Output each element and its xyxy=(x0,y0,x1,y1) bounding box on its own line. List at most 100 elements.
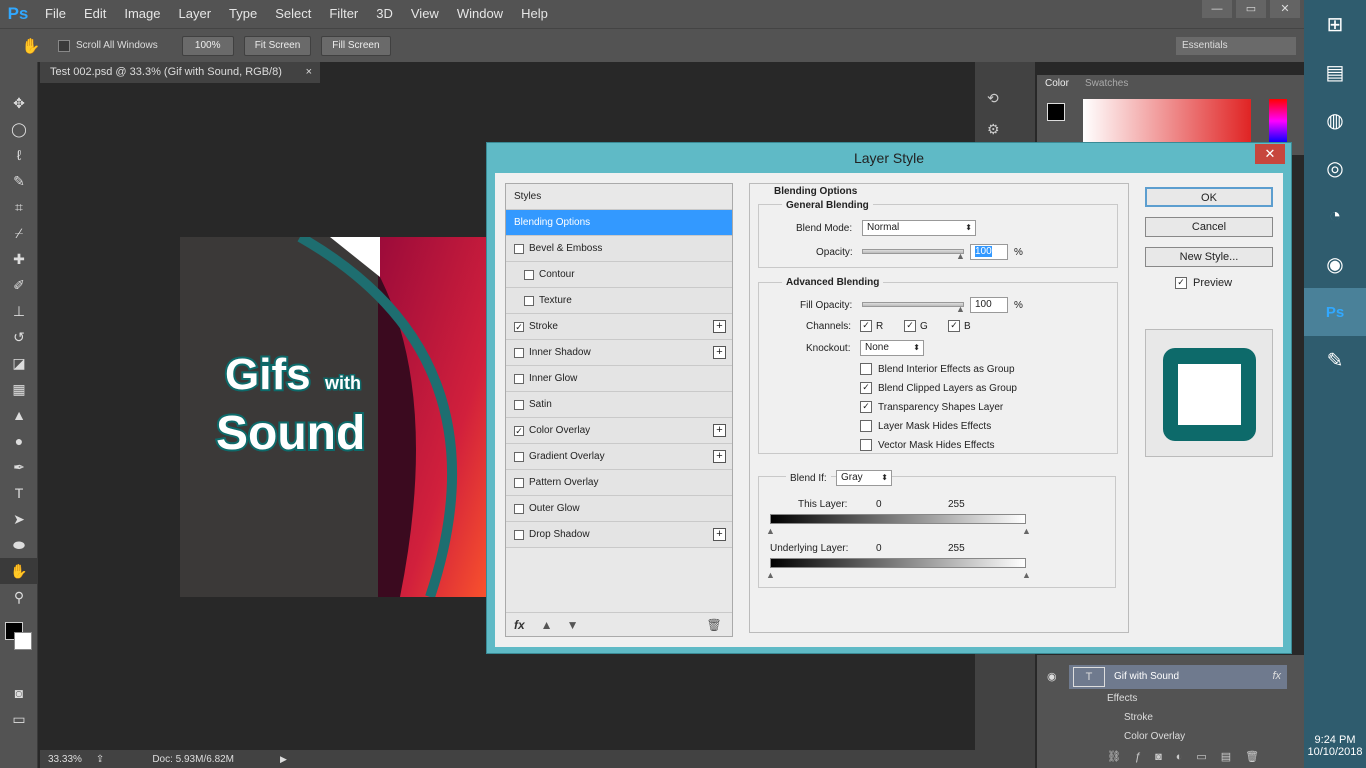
underlying-black-thumb[interactable]: ▲ xyxy=(766,570,775,580)
underlying-gradient[interactable] xyxy=(770,558,1026,568)
style-checkbox[interactable]: ✓ xyxy=(514,321,524,332)
menu-layer[interactable]: Layer xyxy=(170,0,221,28)
paint-icon[interactable]: ✎ xyxy=(1304,336,1366,384)
new-style-button[interactable]: New Style... xyxy=(1145,247,1273,267)
hue-slider[interactable] xyxy=(1269,99,1287,143)
advanced-option-checkbox[interactable] xyxy=(860,420,872,432)
style-row[interactable]: ✓ Color Overlay + xyxy=(506,418,732,444)
advanced-option-checkbox[interactable] xyxy=(860,363,872,375)
healing-tool-icon[interactable]: ✚ xyxy=(0,246,38,272)
windows-start-icon[interactable]: ⊞ xyxy=(1304,0,1366,48)
menu-edit[interactable]: Edit xyxy=(75,0,115,28)
style-row[interactable]: Drop Shadow + xyxy=(506,522,732,548)
background-color[interactable] xyxy=(14,632,32,650)
add-effect-plus-icon[interactable]: + xyxy=(713,424,726,437)
dialog-close-button[interactable]: ✕ xyxy=(1255,144,1285,164)
style-row[interactable]: Contour xyxy=(506,262,732,288)
workspace-select[interactable]: Essentials xyxy=(1176,37,1296,55)
style-checkbox[interactable] xyxy=(514,503,524,514)
blend-mode-select[interactable]: Normal ⬍ xyxy=(862,220,976,236)
style-row[interactable]: Pattern Overlay xyxy=(506,470,732,496)
style-row[interactable]: Bevel & Emboss xyxy=(506,236,732,262)
hand-icon[interactable]: ✋ xyxy=(16,37,46,55)
fill-screen-button[interactable]: Fill Screen xyxy=(321,35,391,56)
style-checkbox[interactable] xyxy=(514,347,524,358)
layers-footer-icons[interactable]: ⛓ƒ◙◐▭▤🗑 xyxy=(1037,747,1304,768)
status-zoom[interactable]: 33.33% xyxy=(48,754,82,765)
crop-tool-icon[interactable]: ⌗ xyxy=(0,194,38,220)
fill-opacity-slider[interactable] xyxy=(862,302,964,307)
add-effect-plus-icon[interactable]: + xyxy=(713,450,726,463)
opacity-slider[interactable] xyxy=(862,249,964,254)
this-layer-gradient[interactable] xyxy=(770,514,1026,524)
style-row[interactable]: Texture xyxy=(506,288,732,314)
add-effect-plus-icon[interactable]: + xyxy=(713,346,726,359)
move-up-icon[interactable]: ▲ xyxy=(541,618,553,632)
advanced-option-checkbox[interactable]: ✓ xyxy=(860,401,872,413)
checkbox-box[interactable] xyxy=(58,39,70,52)
fill-opacity-slider-thumb[interactable]: ▲ xyxy=(956,304,965,314)
this-layer-black-thumb[interactable]: ▲ xyxy=(766,526,775,536)
stamp-tool-icon[interactable]: ⊥ xyxy=(0,298,38,324)
eyedropper-tool-icon[interactable]: ⌿ xyxy=(0,220,38,246)
channel-b-checkbox[interactable]: ✓ xyxy=(948,320,960,332)
lasso-tool-icon[interactable]: ℓ xyxy=(0,142,38,168)
history-brush-icon[interactable]: ↺ xyxy=(0,324,38,350)
channel-r-checkbox[interactable]: ✓ xyxy=(860,320,872,332)
style-row[interactable]: Outer Glow xyxy=(506,496,732,522)
style-checkbox[interactable] xyxy=(524,295,534,306)
document-close-icon[interactable]: × xyxy=(306,62,312,83)
type-tool-icon[interactable]: T xyxy=(0,480,38,506)
tab-swatches[interactable]: Swatches xyxy=(1085,78,1128,89)
style-row[interactable]: Inner Shadow + xyxy=(506,340,732,366)
style-checkbox[interactable] xyxy=(514,451,524,462)
style-row[interactable]: Satin xyxy=(506,392,732,418)
add-effect-plus-icon[interactable]: + xyxy=(713,528,726,541)
chrome-icon[interactable]: ◎ xyxy=(1304,144,1366,192)
ok-button[interactable]: OK xyxy=(1145,187,1273,207)
brush-tool-icon[interactable]: ✐ xyxy=(0,272,38,298)
scroll-all-windows-checkbox[interactable]: Scroll All Windows xyxy=(58,39,158,52)
shape-tool-icon[interactable]: ⬬ xyxy=(0,532,38,558)
quick-mask-icon[interactable]: ◙ xyxy=(0,680,38,706)
delete-effect-icon[interactable]: 🗑 xyxy=(706,618,721,632)
advanced-option-checkbox[interactable]: ✓ xyxy=(860,382,872,394)
marquee-tool-icon[interactable]: ◯ xyxy=(0,116,38,142)
menu-select[interactable]: Select xyxy=(266,0,320,28)
move-tool-icon[interactable]: ✥ xyxy=(0,90,38,116)
style-row[interactable]: Blending Options xyxy=(506,210,732,236)
channel-g-checkbox[interactable]: ✓ xyxy=(904,320,916,332)
style-checkbox[interactable] xyxy=(524,269,534,280)
photoshop-taskbar-icon[interactable]: Ps xyxy=(1304,288,1366,336)
style-checkbox[interactable]: ✓ xyxy=(514,425,524,436)
menu-help[interactable]: Help xyxy=(512,0,557,28)
layer-fx-icon[interactable]: fx xyxy=(1272,670,1281,682)
fg-color-chip[interactable] xyxy=(1047,103,1065,121)
opacity-slider-thumb[interactable]: ▲ xyxy=(956,251,965,261)
blur-tool-icon[interactable]: ▲ xyxy=(0,402,38,428)
style-row[interactable]: Styles xyxy=(506,184,732,210)
underlying-white-thumb[interactable]: ▲ xyxy=(1022,570,1031,580)
style-row[interactable]: Gradient Overlay + xyxy=(506,444,732,470)
status-menu-arrow-icon[interactable]: ▶ xyxy=(280,754,287,765)
history-icon[interactable]: ⟲ xyxy=(987,90,1035,107)
tab-color[interactable]: Color xyxy=(1045,78,1069,89)
blend-if-select[interactable]: Gray ⬍ xyxy=(836,470,892,486)
firefox-icon[interactable]: ◍ xyxy=(1304,96,1366,144)
style-checkbox[interactable] xyxy=(514,477,524,488)
camtasia-icon[interactable]: ◔ xyxy=(1304,192,1366,240)
menu-image[interactable]: Image xyxy=(115,0,169,28)
file-explorer-icon[interactable]: ▤ xyxy=(1304,48,1366,96)
style-checkbox[interactable] xyxy=(514,243,524,254)
quick-select-tool-icon[interactable]: ✎ xyxy=(0,168,38,194)
style-checkbox[interactable] xyxy=(514,373,524,384)
maximize-button[interactable]: ▭ xyxy=(1236,0,1266,18)
zoom-tool-icon[interactable]: ⚲ xyxy=(0,584,38,610)
color-field[interactable] xyxy=(1083,99,1251,143)
eraser-tool-icon[interactable]: ◪ xyxy=(0,350,38,376)
opacity-input[interactable]: 100 xyxy=(970,244,1008,260)
fill-opacity-input[interactable]: 100 xyxy=(970,297,1008,313)
gradient-tool-icon[interactable]: ▦ xyxy=(0,376,38,402)
style-checkbox[interactable] xyxy=(514,529,524,540)
visibility-eye-icon[interactable]: ◉ xyxy=(1047,670,1057,683)
